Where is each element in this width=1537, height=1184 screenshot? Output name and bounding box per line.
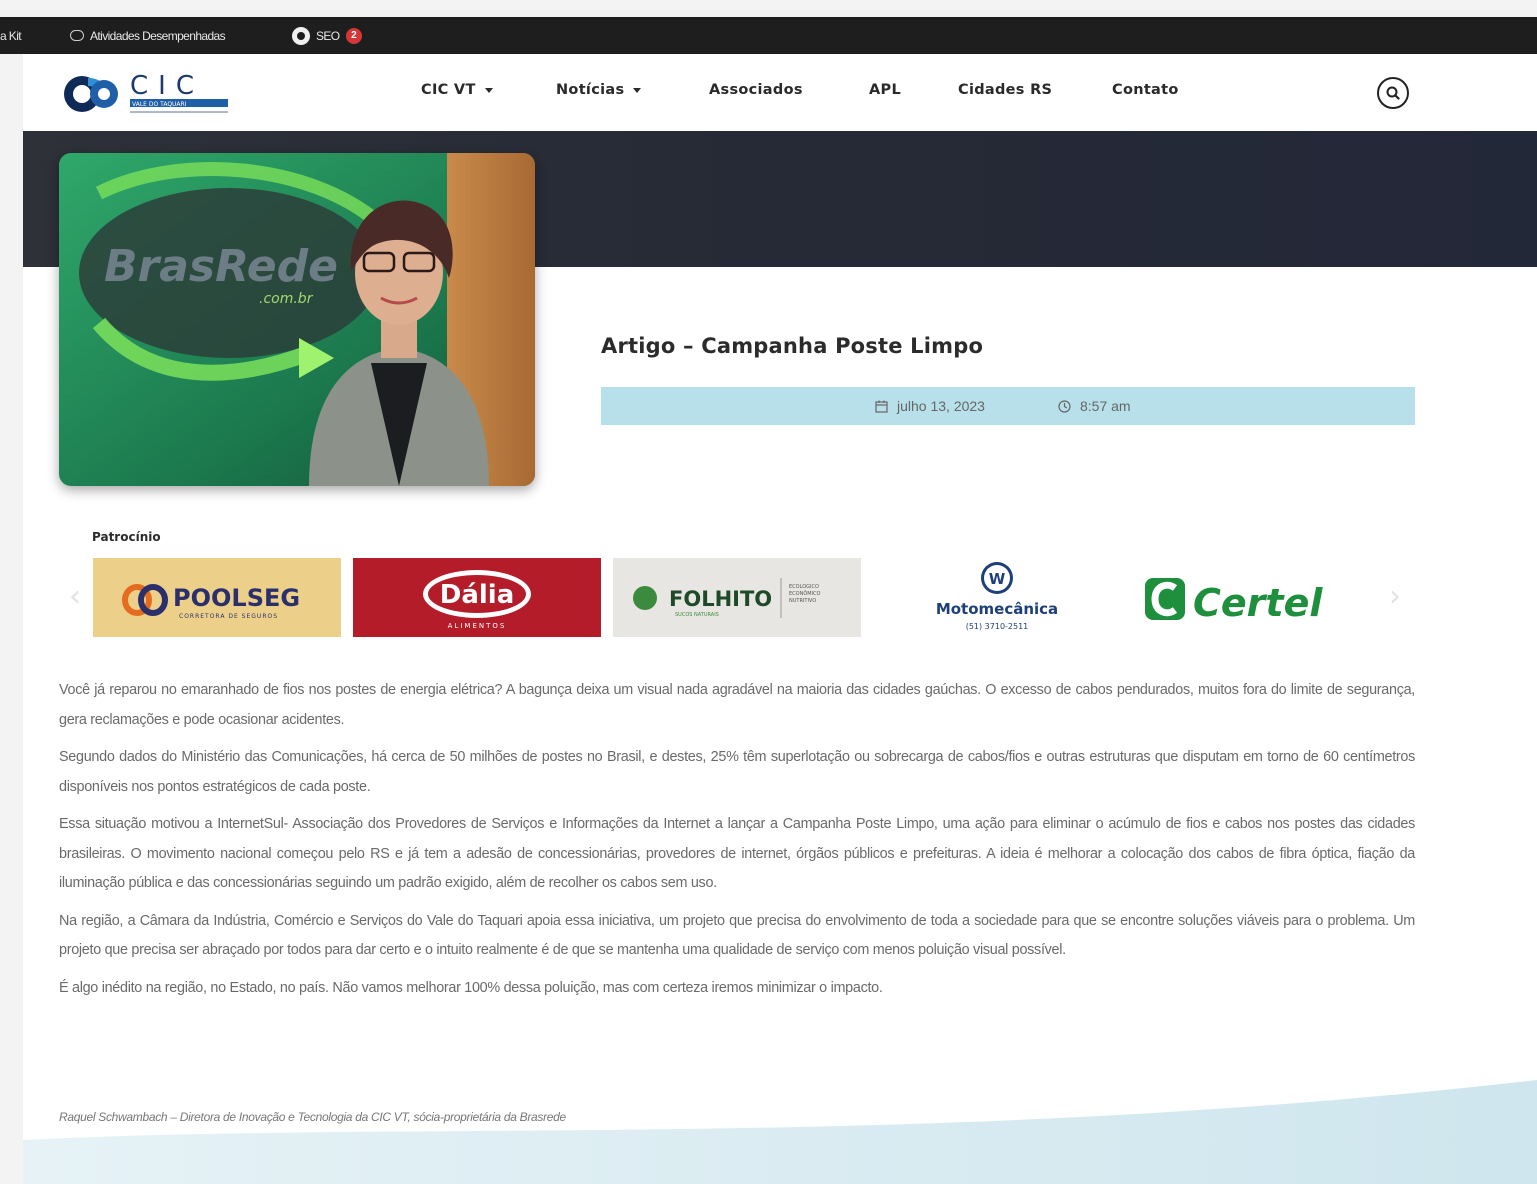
sponsor-folhito[interactable]: FOLHITO SUCOS NATURAIS ECOLÓGICO ECONÔMI…: [613, 558, 861, 637]
article-paragraph: É algo inédito na região, no Estado, no …: [59, 979, 883, 996]
site-header: CIC VALE DO TAQUARI CIC VT Notícias Asso…: [23, 54, 1537, 131]
seo-label: SEO: [316, 28, 340, 43]
article-date: julho 13, 2023: [875, 398, 985, 414]
logo-subtitle: VALE DO TAQUARI: [132, 101, 187, 108]
sponsor-dalia[interactable]: Dália ALIMENTOS: [353, 558, 601, 637]
chat-bubble-icon: [70, 30, 84, 41]
footer-wave: [23, 1080, 1537, 1184]
article-paragraph: Segundo dados do Ministério das Comunica…: [59, 749, 1415, 795]
svg-text:W: W: [989, 570, 1006, 588]
sponsor-extra: ECOLÓGICO ECONÔMICO NUTRITIVO: [789, 584, 821, 604]
page: CIC VALE DO TAQUARI CIC VT Notícias Asso…: [23, 0, 1537, 1184]
sponsor-tagline: SUCOS NATURAIS: [675, 612, 719, 618]
nav-item-associados[interactable]: Associados: [709, 82, 803, 98]
article-time: 8:57 am: [1058, 398, 1131, 414]
photo-sign-sub: .com.br: [259, 291, 314, 307]
logo-text: CIC: [130, 71, 204, 101]
sponsor-label: Patrocínio: [92, 530, 161, 544]
photo-sign-text: BrasRede: [104, 241, 338, 292]
article-paragraph: Essa situação motivou a InternetSul- Ass…: [59, 816, 1415, 891]
sponsor-name: Motomecânica: [936, 600, 1058, 618]
article-body: Você já reparou no emaranhado de fios no…: [59, 676, 1415, 1011]
article-title: Artigo – Campanha Poste Limpo: [601, 334, 984, 358]
sponsor-motomecanica[interactable]: W Motomecânica (51) 3710-2511: [873, 558, 1121, 637]
time-text: 8:57 am: [1080, 398, 1131, 414]
sponsor-tagline: (51) 3710-2511: [966, 622, 1029, 631]
seo-logo-icon: [292, 26, 310, 45]
activities-label: Atividades Desempenhadas: [90, 28, 226, 43]
top-gap: [0, 0, 1537, 17]
admin-bar-activities[interactable]: Atividades Desempenhadas: [70, 17, 226, 54]
sponsor-poolseg[interactable]: POOLSEG CORRETORA DE SEGUROS: [93, 558, 341, 637]
article-byline: Raquel Schwambach – Diretora de Inovação…: [59, 1110, 566, 1124]
admin-bar-seo[interactable]: SEO 2: [292, 17, 362, 54]
sponsor-certel[interactable]: Certel: [1133, 558, 1381, 637]
sponsor-name: Certel: [1193, 581, 1323, 625]
calendar-icon: [875, 400, 888, 413]
site-logo[interactable]: CIC VALE DO TAQUARI: [58, 64, 258, 122]
carousel-next-icon[interactable]: ›: [1389, 582, 1403, 612]
article-meta-bar: julho 13, 2023 8:57 am: [601, 387, 1415, 425]
clock-icon: [1058, 399, 1071, 413]
sponsor-tagline: ALIMENTOS: [448, 622, 507, 630]
date-text: julho 13, 2023: [897, 398, 985, 414]
search-button[interactable]: [1377, 77, 1409, 109]
nav-item-noticias[interactable]: Notícias: [556, 82, 642, 98]
chevron-down-icon: [484, 87, 493, 93]
chevron-down-icon: [633, 87, 642, 93]
nav-item-apl[interactable]: APL: [869, 82, 901, 98]
sponsor-name: POOLSEG: [173, 584, 300, 612]
nav-item-contato[interactable]: Contato: [1112, 82, 1179, 98]
seo-count-badge: 2: [345, 27, 362, 44]
nav-item-cidades-rs[interactable]: Cidades RS: [958, 82, 1052, 98]
admin-bar-kit[interactable]: a Kit: [0, 17, 22, 54]
nav-item-cic-vt[interactable]: CIC VT: [421, 82, 493, 98]
sponsor-name: Dália: [440, 580, 515, 610]
article-paragraph: Você já reparou no emaranhado de fios no…: [59, 682, 1415, 728]
featured-image: BrasRede .com.br: [59, 153, 535, 486]
carousel-prev-icon[interactable]: ‹: [69, 582, 83, 612]
search-icon: [1386, 86, 1400, 100]
sponsor-tagline: CORRETORA DE SEGUROS: [179, 613, 278, 620]
sponsor-name: FOLHITO: [669, 587, 772, 611]
article-paragraph: Na região, a Câmara da Indústria, Comérc…: [59, 912, 1415, 959]
admin-bar: a Kit Atividades Desempenhadas SEO 2: [0, 17, 1537, 54]
